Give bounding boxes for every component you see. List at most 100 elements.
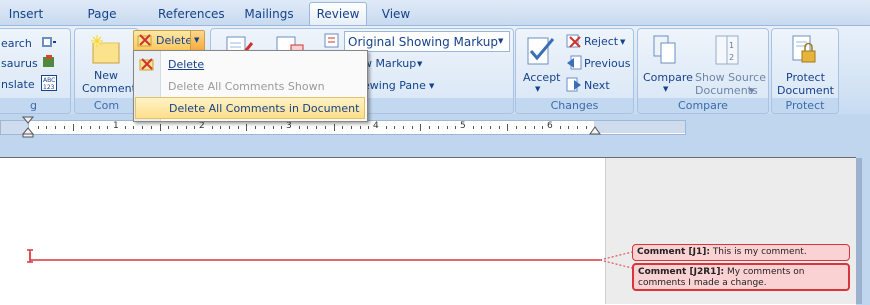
ruler-tick: [403, 126, 404, 129]
ruler-tick: [212, 126, 213, 129]
ruler-tick: [586, 126, 587, 129]
thesaurus-button[interactable]: saurus: [1, 57, 38, 70]
tab-insert[interactable]: Insert: [8, 3, 44, 25]
chevron-down-icon: ▼: [663, 85, 669, 93]
delete-comment-icon: [137, 34, 152, 47]
ruler-tick: [394, 126, 395, 129]
chevron-down-icon: ▼: [498, 37, 504, 45]
chevron-down-icon: ▼: [749, 87, 755, 95]
chevron-down-icon: ▼: [429, 82, 435, 90]
ruler-tick: [386, 126, 387, 129]
menu-item-label: Delete All Comments in Document: [169, 102, 360, 115]
ruler-tick: [368, 126, 369, 129]
delete-dropdown-menu: Delete Delete All Comments Shown Delete …: [133, 50, 368, 122]
delete-comment-icon: [139, 58, 154, 71]
markup-display-select[interactable]: Original Showing Markup ▼: [344, 31, 510, 52]
ruler-tick: [429, 126, 430, 129]
ruler-tick: [99, 126, 100, 129]
compare-icon: [653, 35, 676, 64]
ruler-number: 3: [286, 121, 292, 131]
comment-tag: Comment [J1]:: [637, 247, 710, 257]
right-indent-marker-icon[interactable]: [589, 125, 601, 135]
ruler-number: 5: [460, 121, 466, 131]
ruler-tick: [473, 126, 474, 129]
ruler-tick: [455, 126, 456, 129]
ruler-tick: [160, 124, 161, 131]
display-for-review-icon: [324, 33, 339, 48]
tab-review[interactable]: Review: [309, 2, 367, 26]
next-icon: [566, 77, 581, 92]
reviewing-pane-button[interactable]: ewing Pane: [363, 79, 426, 92]
protect-document-label-2: Document: [777, 84, 834, 97]
ruler-tick: [542, 126, 543, 129]
ruler-tick: [142, 126, 143, 129]
indent-marker-icon[interactable]: [22, 116, 36, 138]
new-comment-label[interactable]: New: [94, 69, 118, 82]
tab-mailings[interactable]: Mailings: [240, 3, 298, 25]
ruler-tick: [577, 126, 578, 129]
ruler-tick: [447, 126, 448, 129]
ruler-tick: [516, 126, 517, 129]
comment-tag: Comment [J2R1]:: [638, 267, 725, 277]
ruler-tick: [334, 124, 335, 131]
translate-button[interactable]: nslate: [1, 78, 35, 91]
menu-item-delete-all-shown[interactable]: Delete All Comments Shown: [134, 76, 367, 98]
chevron-down-icon: ▼: [417, 60, 423, 68]
horizontal-ruler[interactable]: 1 2 3 4 5 6 7: [28, 120, 686, 135]
ruler-tick: [238, 126, 239, 129]
ruler-tick: [246, 124, 247, 131]
ruler-number: 1: [113, 121, 119, 131]
compare-button[interactable]: Compare: [643, 71, 693, 84]
svg-text:2: 2: [729, 53, 734, 62]
ruler-tick: [55, 126, 56, 129]
new-comment-label-2[interactable]: Comment: [82, 82, 136, 95]
previous-button[interactable]: Previous: [584, 57, 631, 70]
show-source-documents-button[interactable]: Show Source: [695, 71, 766, 84]
research-button[interactable]: earch: [1, 37, 32, 50]
chevron-down-icon: ▼: [194, 36, 200, 44]
tab-page-layout[interactable]: Page Layout: [66, 3, 138, 43]
ruler-tick: [307, 126, 308, 129]
ruler-tick: [81, 126, 82, 129]
ruler-tick: [534, 126, 535, 129]
ruler-tick: [46, 126, 47, 129]
chevron-down-icon: ▼: [620, 38, 626, 46]
show-markup-button[interactable]: w Markup: [363, 57, 416, 70]
svg-text:1: 1: [729, 41, 734, 50]
menu-item-delete-all-in-document[interactable]: Delete All Comments in Document: [135, 97, 365, 119]
menu-item-delete[interactable]: Delete: [134, 54, 367, 76]
ruler-tick: [499, 126, 500, 129]
reject-button[interactable]: Reject: [584, 35, 618, 48]
ruler-tick: [264, 126, 265, 129]
svg-text:ABC: ABC: [43, 77, 55, 84]
text-cursor-icon: [27, 249, 33, 263]
thesaurus-icon: [43, 55, 54, 67]
comment-connector-lines: [29, 251, 633, 269]
next-button[interactable]: Next: [584, 79, 610, 92]
comment-balloon[interactable]: Comment [J1]: This is my comment.: [632, 244, 850, 261]
protect-document-button[interactable]: Protect: [786, 71, 825, 84]
ruler-tick: [133, 126, 134, 129]
protect-group: Protect Document Protect: [771, 28, 839, 114]
ruler-tick: [568, 126, 569, 129]
ruler-tick: [273, 126, 274, 129]
ruler-number: 6: [547, 121, 553, 131]
delete-dropdown-arrow[interactable]: ▼: [190, 31, 204, 51]
ruler-tick: [507, 124, 508, 131]
compare-group: Compare ▼ 12 Show Source Documents ▼ Com…: [637, 28, 769, 114]
ruler-number: 2: [199, 121, 205, 131]
ruler-tick: [168, 126, 169, 129]
ruler-tick: [360, 126, 361, 129]
delete-comment-button[interactable]: Delete ▼: [133, 30, 205, 52]
ruler-tick: [351, 126, 352, 129]
tab-references[interactable]: References: [158, 3, 225, 25]
menu-item-label: Delete: [168, 58, 205, 71]
lock-icon: [792, 35, 816, 63]
ruler-tick: [481, 126, 482, 129]
comment-balloon-selected[interactable]: Comment [J2R1]: My comments on comments …: [632, 263, 850, 291]
compare-group-label: Compare: [638, 98, 768, 113]
ruler-tick: [90, 126, 91, 129]
tab-view[interactable]: View: [378, 3, 414, 25]
ruler-tick: [177, 126, 178, 129]
accept-button[interactable]: Accept: [523, 71, 561, 84]
